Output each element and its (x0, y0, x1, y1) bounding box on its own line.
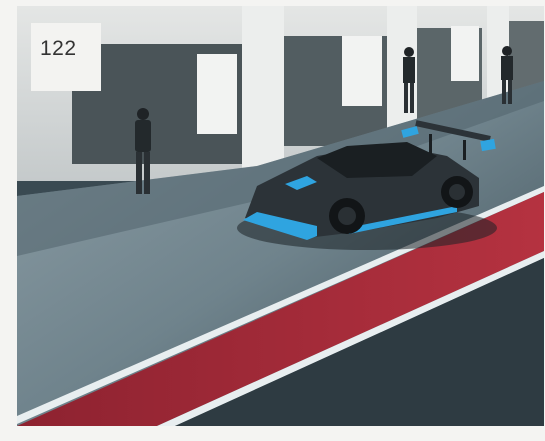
sign-panel (451, 26, 479, 81)
building-pillar (242, 6, 284, 171)
sign-panel (197, 54, 237, 134)
sign-panel (342, 36, 382, 106)
page-number-badge: 122 (31, 23, 101, 91)
page-number: 122 (40, 37, 77, 60)
